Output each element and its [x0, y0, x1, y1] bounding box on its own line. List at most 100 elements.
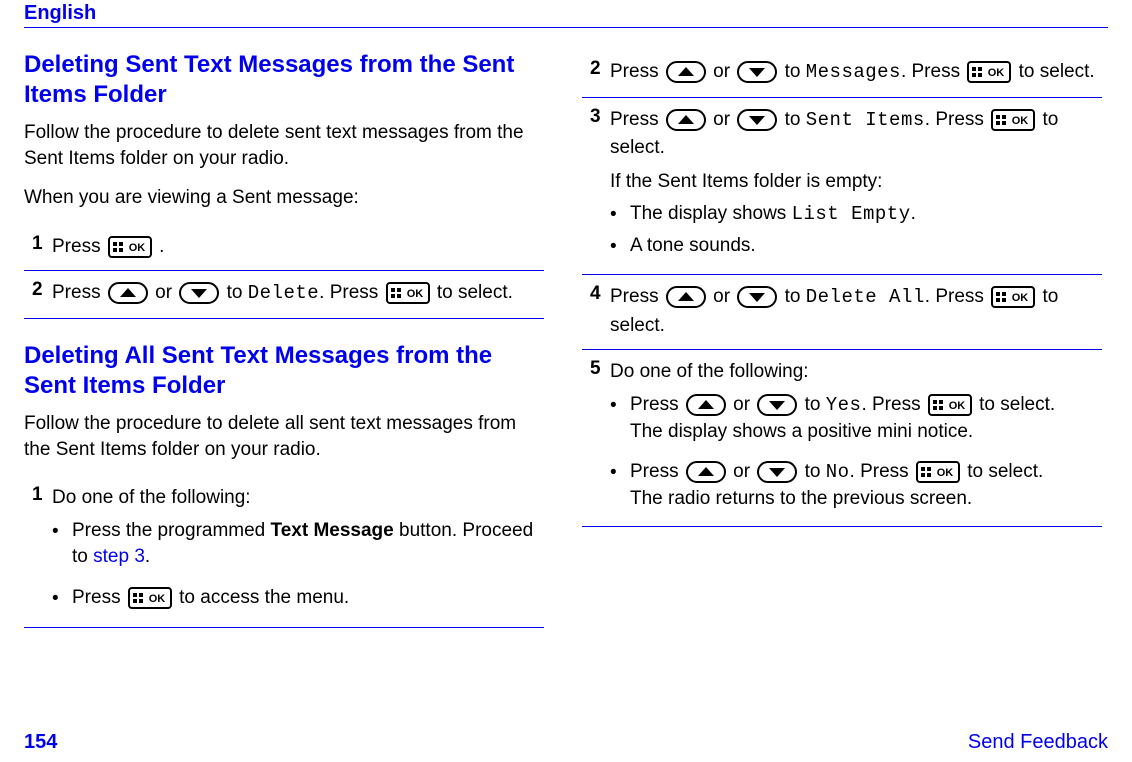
section-a-preface: When you are viewing a Sent message:: [24, 185, 544, 211]
bullet-text: or: [733, 394, 755, 415]
bullet-text: The radio returns to the previous screen…: [630, 488, 972, 509]
bullet-text: The display shows: [630, 203, 792, 224]
up-key-icon: [666, 286, 706, 308]
bullet-text: Press: [72, 587, 126, 608]
bullet-text: Press: [630, 394, 684, 415]
section-a-step-2: 2 Press or to Delete. Press to select.: [24, 271, 544, 319]
bullet-text: to: [805, 461, 826, 482]
bullet-text: . Press: [861, 394, 925, 415]
step-text: to select.: [1019, 61, 1095, 82]
step-text: Do one of the following:: [610, 358, 1098, 386]
step-text: . Press: [319, 282, 383, 303]
bullet-text: .: [911, 203, 916, 224]
bullet-item: • Press to access the menu.: [52, 585, 540, 613]
step-text: to: [785, 61, 806, 82]
down-key-icon: [757, 461, 797, 483]
ok-key-icon: [108, 236, 152, 258]
step-number: 1: [24, 233, 52, 255]
section-b-step-5: 5 Do one of the following: • Press or: [582, 350, 1102, 527]
bullet-text: Press: [630, 461, 684, 482]
step-number: 1: [24, 484, 52, 506]
step-text: to: [785, 109, 806, 130]
section-b-intro: Follow the procedure to delete all sent …: [24, 411, 544, 462]
menu-target: Yes: [826, 394, 862, 416]
bullet-text: to select.: [979, 394, 1055, 415]
display-text: List Empty: [792, 203, 911, 225]
section-a-title: Deleting Sent Text Messages from the Sen…: [24, 50, 544, 110]
bullet-text: or: [733, 461, 755, 482]
step-text: Press: [610, 109, 664, 130]
step-number: 2: [24, 279, 52, 301]
section-a-step-1: 1 Press .: [24, 225, 544, 272]
step-text: Press: [52, 236, 106, 257]
down-key-icon: [737, 109, 777, 131]
section-b-title: Deleting All Sent Text Messages from the…: [24, 341, 544, 401]
ok-key-icon: [916, 461, 960, 483]
step-number: 2: [582, 58, 610, 80]
menu-target: Sent Items: [806, 109, 925, 131]
section-b-step-4: 4 Press or to Delete All. Press to selec…: [582, 275, 1102, 350]
up-key-icon: [666, 61, 706, 83]
bullet-item: • Press or to No. Press to se: [610, 459, 1098, 512]
ok-key-icon: [128, 587, 172, 609]
step-text: or: [713, 61, 735, 82]
up-key-icon: [686, 394, 726, 416]
step-text: . Press: [925, 286, 989, 307]
menu-target: No: [826, 461, 850, 483]
header-language: English: [24, 0, 1108, 28]
step-subtext: If the Sent Items folder is empty:: [610, 168, 1098, 196]
bullet-text: The display shows a positive mini notice…: [630, 421, 973, 442]
up-key-icon: [666, 109, 706, 131]
bullet-text: A tone sounds.: [630, 233, 1098, 260]
bullet-dot: •: [52, 585, 72, 613]
bullet-text: Press the programmed: [72, 520, 271, 541]
bullet-item: • A tone sounds.: [610, 233, 1098, 261]
step-text: or: [713, 109, 735, 130]
step-number: 4: [582, 283, 610, 305]
down-key-icon: [757, 394, 797, 416]
section-b-step-2: 2 Press or to Messages. Press to select.: [582, 50, 1102, 98]
ok-key-icon: [386, 282, 430, 304]
bullet-dot: •: [610, 233, 630, 261]
step-text: or: [713, 286, 735, 307]
ok-key-icon: [928, 394, 972, 416]
left-column: Deleting Sent Text Messages from the Sen…: [24, 50, 544, 650]
bullet-text: . Press: [850, 461, 914, 482]
step-text: to: [785, 286, 806, 307]
section-b-step-3: 3 Press or to Sent Items. Press to selec…: [582, 98, 1102, 276]
ok-key-icon: [991, 286, 1035, 308]
bullet-dot: •: [610, 201, 630, 229]
bullet-dot: •: [610, 459, 630, 487]
step-text: . Press: [901, 61, 965, 82]
step-text: Press: [52, 282, 106, 303]
step-text: or: [155, 282, 177, 303]
bullet-text: to: [805, 394, 826, 415]
section-a-intro: Follow the procedure to delete sent text…: [24, 120, 544, 171]
down-key-icon: [737, 61, 777, 83]
up-key-icon: [686, 461, 726, 483]
down-key-icon: [179, 282, 219, 304]
menu-target: Delete: [248, 282, 319, 304]
menu-target: Delete All: [806, 286, 925, 308]
bullet-text: to select.: [967, 461, 1043, 482]
ok-key-icon: [991, 109, 1035, 131]
step-text: to: [227, 282, 248, 303]
step-text: . Press: [925, 109, 989, 130]
step-text: Press: [610, 61, 664, 82]
bullet-dot: •: [52, 518, 72, 546]
step-3-link[interactable]: step 3: [93, 546, 145, 567]
step-text: Press: [610, 286, 664, 307]
bullet-text: to access the menu.: [179, 587, 349, 608]
send-feedback-link[interactable]: Send Feedback: [968, 731, 1108, 754]
section-b-step-1: 1 Do one of the following: • Press the p…: [24, 476, 544, 627]
ok-key-icon: [967, 61, 1011, 83]
step-text: to select.: [437, 282, 513, 303]
bullet-item: • Press or to Yes. Press to s: [610, 392, 1098, 445]
text-message-button-label: Text Message: [271, 520, 394, 541]
menu-target: Messages: [806, 61, 901, 83]
bullet-item: • Press the programmed Text Message butt…: [52, 518, 540, 571]
bullet-item: • The display shows List Empty.: [610, 201, 1098, 229]
bullet-text: .: [145, 546, 150, 567]
step-text: .: [159, 236, 164, 257]
up-key-icon: [108, 282, 148, 304]
